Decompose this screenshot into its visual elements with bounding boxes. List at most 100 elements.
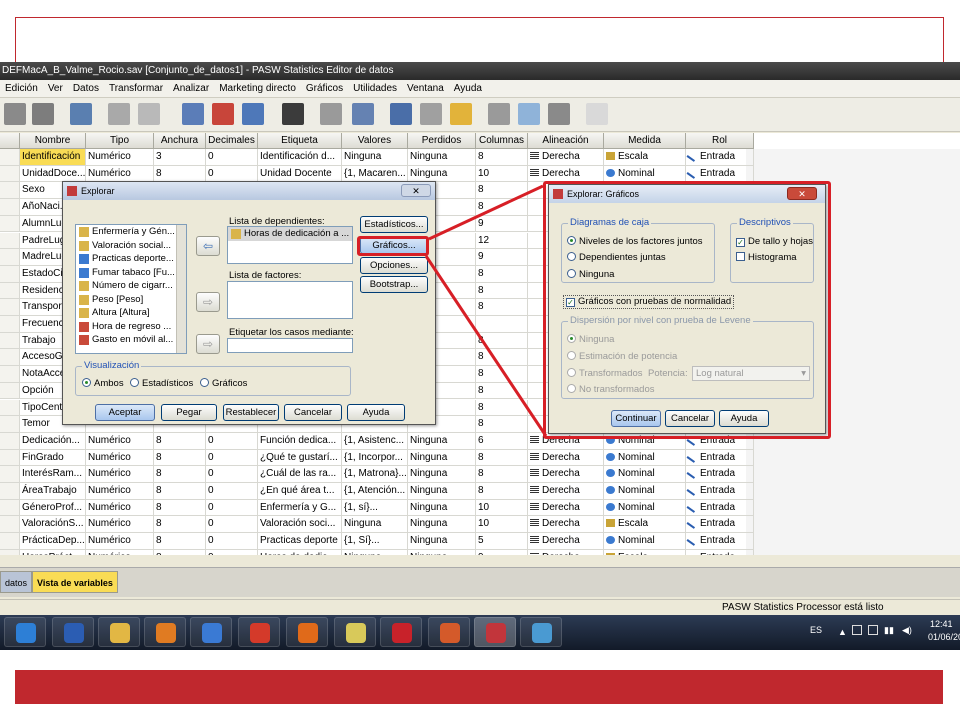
list-item[interactable]: Horas de dedicación a ...: [228, 227, 352, 241]
table-row[interactable]: ÁreaTrabajo Numérico 8 0 ¿En qué área t... {1…: [0, 483, 754, 500]
menu-item-1[interactable]: Ver: [48, 83, 63, 94]
table-cell[interactable]: 8: [154, 449, 206, 467]
column-header[interactable]: Valores: [342, 133, 408, 149]
row-header[interactable]: [0, 282, 20, 300]
row-header[interactable]: [0, 249, 20, 266]
table-cell[interactable]: Numérico: [86, 165, 154, 183]
table-cell[interactable]: Escala: [604, 149, 686, 166]
table-cell[interactable]: FinGrado: [20, 449, 86, 467]
table-row[interactable]: ValoraciónS... Numérico 8 0 Valoración soci.…: [0, 516, 754, 534]
table-cell[interactable]: 8: [476, 282, 528, 300]
reset-button[interactable]: Restablecer: [223, 404, 279, 421]
table-cell[interactable]: Ninguna: [342, 516, 408, 534]
table-cell[interactable]: 0: [206, 165, 258, 183]
row-header[interactable]: [0, 483, 20, 500]
menu-item-9[interactable]: Ayuda: [454, 83, 482, 94]
save-icon[interactable]: [4, 103, 26, 125]
column-header[interactable]: Columnas: [476, 133, 528, 149]
menu-item-3[interactable]: Transformar: [109, 83, 163, 94]
table-cell[interactable]: Ninguna: [408, 499, 476, 517]
find-icon[interactable]: [282, 103, 304, 125]
table-cell[interactable]: Ninguna: [408, 533, 476, 550]
table-cell[interactable]: ÁreaTrabajo: [20, 483, 86, 500]
column-header[interactable]: Nombre: [20, 133, 86, 149]
table-cell[interactable]: Nominal: [604, 449, 686, 467]
row-header[interactable]: [0, 332, 20, 350]
row-header[interactable]: [0, 265, 20, 283]
table-cell[interactable]: Entrada: [686, 483, 754, 500]
table-cell[interactable]: Derecha: [528, 466, 604, 483]
list-scrollbar[interactable]: [176, 225, 186, 353]
table-cell[interactable]: Escala: [604, 549, 686, 555]
table-cell[interactable]: Numérico: [86, 149, 154, 166]
cancel-button[interactable]: Cancelar: [284, 404, 342, 421]
insert-variable-icon[interactable]: [352, 103, 374, 125]
table-cell[interactable]: 8: [476, 483, 528, 500]
table-cell[interactable]: 3: [154, 149, 206, 166]
clock-date[interactable]: 01/06/20: [928, 632, 960, 642]
row-header[interactable]: [0, 382, 20, 400]
table-cell[interactable]: 8: [476, 416, 528, 433]
display-charts-radio[interactable]: Gráficos: [200, 378, 247, 390]
table-cell[interactable]: Numérico: [86, 549, 154, 555]
table-cell[interactable]: Practicas deporte: [258, 533, 342, 550]
language-indicator[interactable]: ES: [810, 625, 822, 635]
close-icon[interactable]: ✕: [401, 184, 431, 197]
table-cell[interactable]: Entrada: [686, 165, 754, 183]
table-cell[interactable]: Derecha: [528, 516, 604, 534]
list-item[interactable]: Fumar tabaco [Fu...: [76, 266, 186, 280]
weight-cases-icon[interactable]: [420, 103, 442, 125]
list-item[interactable]: Enfermería y Gén...: [76, 225, 186, 239]
table-cell[interactable]: 0: [206, 549, 258, 555]
table-cell[interactable]: 8: [154, 499, 206, 517]
table-cell[interactable]: Función dedica...: [258, 432, 342, 450]
select-cases-icon[interactable]: [450, 103, 472, 125]
table-cell[interactable]: Nominal: [604, 165, 686, 183]
column-header[interactable]: Tipo: [86, 133, 154, 149]
table-cell[interactable]: Entrada: [686, 549, 754, 555]
battery-icon[interactable]: [868, 625, 878, 635]
folder-icon[interactable]: [334, 617, 376, 647]
table-cell[interactable]: Numérico: [86, 499, 154, 517]
table-cell[interactable]: Identificación d...: [258, 149, 342, 166]
row-header[interactable]: [0, 533, 20, 550]
table-cell[interactable]: 5: [476, 533, 528, 550]
table-cell[interactable]: Ninguna: [408, 549, 476, 555]
table-row[interactable]: Identificación Numérico 3 0 Identificación d…: [0, 149, 754, 166]
redo-icon[interactable]: [138, 103, 160, 125]
table-cell[interactable]: ¿Cuál de las ra...: [258, 466, 342, 483]
pin-icon[interactable]: [238, 617, 280, 647]
menu-item-4[interactable]: Analizar: [173, 83, 209, 94]
table-cell[interactable]: {1, sí}...: [342, 499, 408, 517]
table-cell[interactable]: Entrada: [686, 516, 754, 534]
table-cell[interactable]: Nominal: [604, 466, 686, 483]
table-cell[interactable]: 0: [206, 432, 258, 450]
list-item[interactable]: Gasto en móvil al...: [76, 333, 186, 347]
table-cell[interactable]: Ninguna: [408, 449, 476, 467]
list-item[interactable]: Número de cigarr...: [76, 279, 186, 293]
powerpoint-icon[interactable]: [428, 617, 470, 647]
table-cell[interactable]: Horas de dedic...: [258, 549, 342, 555]
table-cell[interactable]: {1, Incorpor...: [342, 449, 408, 467]
table-cell[interactable]: Ninguna: [408, 149, 476, 166]
row-header[interactable]: [0, 399, 20, 417]
table-cell[interactable]: 10: [476, 165, 528, 183]
table-cell[interactable]: 9: [476, 249, 528, 266]
list-item[interactable]: Valoración social...: [76, 239, 186, 253]
goto-case-icon[interactable]: [182, 103, 204, 125]
table-cell[interactable]: 0: [206, 449, 258, 467]
table-cell[interactable]: 9: [476, 549, 528, 555]
menu-item-8[interactable]: Ventana: [407, 83, 444, 94]
show-all-icon[interactable]: [548, 103, 570, 125]
table-cell[interactable]: ¿En qué área t...: [258, 483, 342, 500]
help-button[interactable]: Ayuda: [347, 404, 405, 421]
table-row[interactable]: InterésRam... Numérico 8 0 ¿Cuál de las ra..…: [0, 466, 754, 483]
table-cell[interactable]: 0: [206, 533, 258, 550]
source-variable-list[interactable]: Enfermería y Gén... Valoración social... P…: [75, 224, 187, 354]
table-cell[interactable]: Ninguna: [408, 483, 476, 500]
user-icon[interactable]: [190, 617, 232, 647]
row-header[interactable]: [0, 182, 20, 200]
list-item[interactable]: Altura [Altura]: [76, 306, 186, 320]
table-row[interactable]: UnidadDoce... Numérico 8 0 Unidad Docente {1,…: [0, 165, 754, 183]
table-cell[interactable]: Ninguna: [408, 466, 476, 483]
